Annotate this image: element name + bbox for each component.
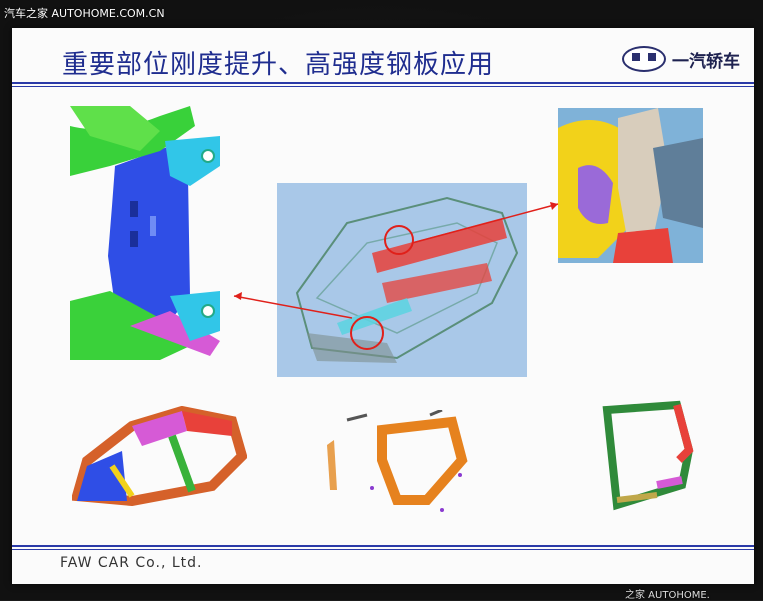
door-ring-figure [597,400,697,515]
footer-rule-thin [12,549,754,550]
presentation-slide: 重要部位刚度提升、高强度钢板应用 一汽轿车 FAW CAR Co., Ltd. [12,28,754,584]
slide-footer: FAW CAR Co., Ltd. [60,555,203,571]
side-ring-figure [72,406,247,506]
footer-rule [12,545,754,547]
pillar-figure [322,410,472,520]
watermark-top: 汽车之家 AUTOHOME.COM.CN [4,7,165,20]
watermark-bottom: 之家 AUTOHOME. [625,590,710,601]
